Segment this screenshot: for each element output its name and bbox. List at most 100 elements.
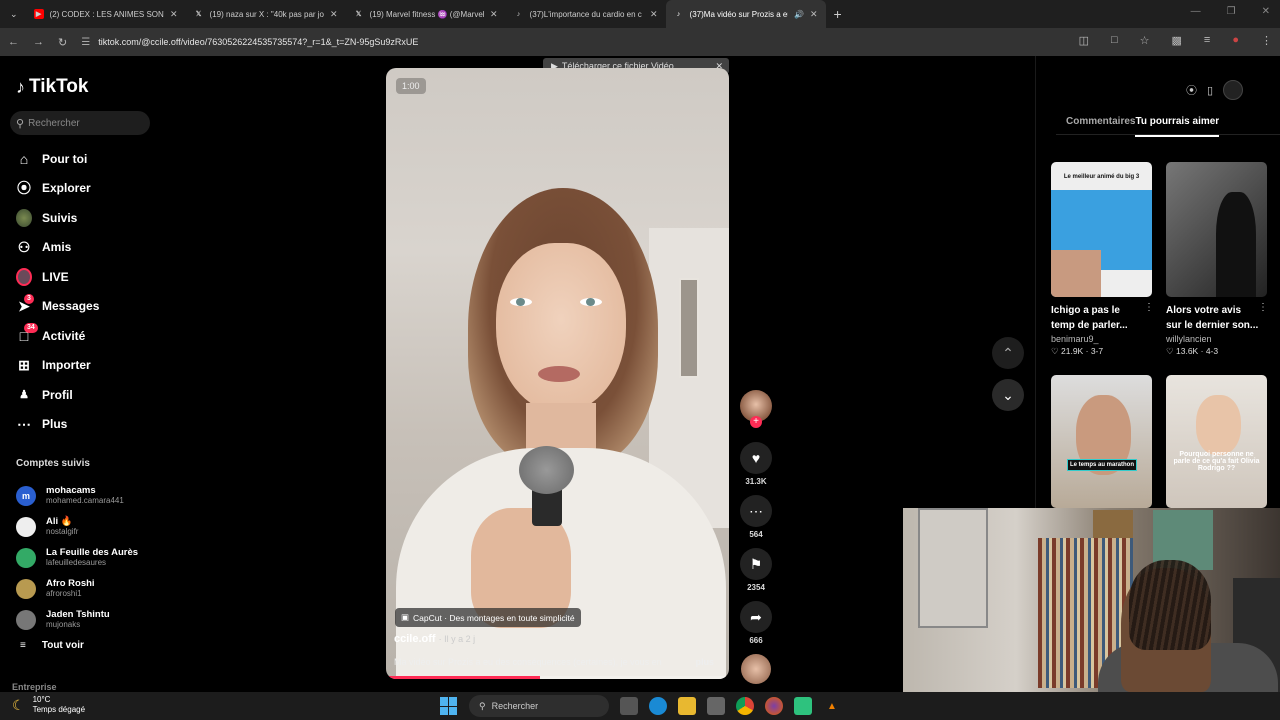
taskbar-apps: ⚲ Rechercher ▲ bbox=[440, 695, 841, 717]
weather-temp: 10°C bbox=[32, 695, 51, 704]
task-view-icon[interactable] bbox=[620, 697, 638, 715]
follow-plus-icon[interactable]: + bbox=[750, 416, 762, 428]
video-thumbnail[interactable]: Le meilleur animé du big 3 bbox=[1051, 162, 1152, 297]
comment-action[interactable]: ⋯ 564 bbox=[740, 495, 772, 542]
discord-icon[interactable] bbox=[794, 697, 812, 715]
firefox-icon[interactable] bbox=[765, 697, 783, 715]
address-bar[interactable]: ☰ tiktok.com/@ccile.off/video/7630526224… bbox=[81, 37, 418, 48]
tab-search-icon[interactable]: ⌄ bbox=[0, 9, 26, 20]
following-item[interactable]: m mohacams mohamed.camara441 bbox=[16, 480, 138, 511]
following-item[interactable]: Afro Roshi afroroshi1 bbox=[16, 573, 138, 604]
speaker-icon[interactable]: 🔊 bbox=[794, 10, 804, 19]
close-icon[interactable]: ✕ bbox=[490, 9, 498, 20]
windows-start-icon[interactable] bbox=[440, 697, 458, 715]
minimize-icon[interactable]: — bbox=[1191, 6, 1201, 17]
browser-tab[interactable]: 𝕏 (19) naza sur X : "40k pas par jo ✕ bbox=[186, 0, 346, 28]
sound-disc[interactable] bbox=[741, 654, 771, 684]
close-window-icon[interactable]: ✕ bbox=[1262, 6, 1270, 17]
nav-item-suivis[interactable]: Suivis bbox=[16, 203, 99, 233]
taskbar-search[interactable]: ⚲ Rechercher bbox=[469, 695, 609, 717]
nav-item-profil[interactable]: ♟ Profil bbox=[16, 380, 99, 410]
next-video-button[interactable]: ⌄ bbox=[992, 379, 1024, 411]
avatar bbox=[16, 609, 36, 630]
vlc-icon[interactable]: ▲ bbox=[823, 697, 841, 715]
compass-icon[interactable]: ⦿ bbox=[1186, 82, 1197, 98]
menu-icon[interactable]: ⋮ bbox=[1261, 34, 1272, 47]
chrome-icon[interactable] bbox=[736, 697, 754, 715]
close-icon[interactable]: ✕ bbox=[330, 9, 338, 20]
card-username[interactable]: benimaru9_ bbox=[1051, 334, 1152, 344]
search-input[interactable]: ⚲ Rechercher bbox=[10, 111, 150, 135]
maximize-icon[interactable]: ❐ bbox=[1227, 6, 1236, 17]
bookmark-icon[interactable]: ⚑ bbox=[740, 548, 772, 580]
video-progress-bar[interactable] bbox=[386, 676, 729, 679]
nav-item-pour-toi[interactable]: ⌂ Pour toi bbox=[16, 144, 99, 174]
site-info-icon[interactable]: ☰ bbox=[81, 37, 90, 48]
nav-item-amis[interactable]: ⚇ Amis bbox=[16, 233, 99, 263]
caption-more-button[interactable]: plus bbox=[695, 657, 714, 667]
heart-icon[interactable]: ♥ bbox=[740, 442, 772, 474]
following-item[interactable]: Ali 🔥 nostalgifr bbox=[16, 511, 138, 542]
see-all-button[interactable]: ≡ Tout voir bbox=[20, 640, 84, 651]
media-icon[interactable]: ≡ bbox=[1204, 34, 1210, 47]
weather-widget[interactable]: ☾ 10°C Temps dégagé bbox=[12, 695, 85, 715]
video-author[interactable]: ccile.off · Il y a 2 j bbox=[394, 633, 475, 645]
back-icon[interactable]: ← bbox=[8, 36, 19, 48]
extensions-icon[interactable]: ▩ bbox=[1172, 34, 1182, 47]
nav-item-importer[interactable]: ⊞ Importer bbox=[16, 351, 99, 381]
comment-icon[interactable]: ⋯ bbox=[740, 495, 772, 527]
author-name[interactable]: ccile.off bbox=[394, 633, 436, 645]
forward-icon[interactable]: → bbox=[33, 36, 44, 48]
save-action[interactable]: ⚑ 2354 bbox=[740, 548, 772, 595]
close-icon[interactable]: ✕ bbox=[650, 9, 658, 20]
following-item[interactable]: La Feuille des Aurès lafeuilledesaures bbox=[16, 542, 138, 573]
creator-avatar[interactable]: + bbox=[740, 390, 772, 428]
file-explorer-icon[interactable] bbox=[678, 697, 696, 715]
recommended-video[interactable]: Alors votre avis sur le dernier son... w… bbox=[1166, 162, 1267, 357]
browser-tab[interactable]: 𝕏 (19) Marvel fitness ♒ (@Marvel ✕ bbox=[346, 0, 506, 28]
tab-title: (37)L'importance du cardio en c bbox=[529, 9, 642, 19]
footer-link[interactable]: Entreprise bbox=[12, 682, 57, 692]
like-action[interactable]: ♥ 31.3K bbox=[740, 442, 772, 489]
reload-icon[interactable]: ↻ bbox=[58, 36, 67, 49]
video-timecode: 1:00 bbox=[396, 78, 426, 94]
nav-item-live[interactable]: LIVE bbox=[16, 262, 99, 292]
recommended-video[interactable]: Le temps au marathon bbox=[1051, 375, 1152, 508]
nav-item-messages[interactable]: ➤ 3 Messages bbox=[16, 292, 99, 322]
translate-icon[interactable]: ◫ bbox=[1079, 34, 1089, 47]
install-icon[interactable]: □ bbox=[1111, 34, 1118, 47]
video-player[interactable]: 1:00 ▣ CapCut · Des montages en toute si… bbox=[386, 68, 729, 679]
recommended-video[interactable]: Le meilleur animé du big 3 Ichigo a pas … bbox=[1051, 162, 1152, 357]
device-icon[interactable]: ▯ bbox=[1207, 84, 1213, 97]
nav-item-plus[interactable]: ⋯ Plus bbox=[16, 410, 99, 440]
video-thumbnail[interactable]: Pourquoi personne ne parle de ce qu'a fa… bbox=[1166, 375, 1267, 508]
recommended-video[interactable]: Pourquoi personne ne parle de ce qu'a fa… bbox=[1166, 375, 1267, 508]
tiktok-logo[interactable]: ♪ TikTok bbox=[16, 76, 88, 98]
store-icon[interactable] bbox=[707, 697, 725, 715]
edge-icon[interactable] bbox=[649, 697, 667, 715]
nav-item-explorer[interactable]: ⦿ Explorer bbox=[16, 174, 99, 204]
video-thumbnail[interactable]: Le temps au marathon bbox=[1051, 375, 1152, 508]
following-name: Afro Roshi bbox=[46, 578, 95, 589]
close-icon[interactable]: ✕ bbox=[170, 9, 178, 20]
share-icon[interactable]: ➦ bbox=[740, 601, 772, 633]
capcut-tag[interactable]: ▣ CapCut · Des montages en toute simplic… bbox=[395, 608, 581, 627]
video-thumbnail[interactable] bbox=[1166, 162, 1267, 297]
browser-tab[interactable]: ▶ (2) CODEX : LES ANIMES SONT ✕ bbox=[26, 0, 186, 28]
close-icon[interactable]: ✕ bbox=[810, 9, 818, 20]
nav-item-activite[interactable]: □ 34 Activité bbox=[16, 321, 99, 351]
browser-tab-active[interactable]: ♪ (37)Ma vidéo sur Prozis a eu 🔊 ✕ bbox=[665, 0, 826, 28]
card-username[interactable]: willylancien bbox=[1166, 334, 1267, 344]
previous-video-button[interactable]: ⌃ bbox=[992, 337, 1024, 369]
card-menu-icon[interactable]: ⋮ bbox=[1258, 302, 1268, 313]
share-action[interactable]: ➦ 666 bbox=[740, 601, 772, 648]
user-avatar[interactable] bbox=[1223, 80, 1244, 100]
bookmark-star-icon[interactable]: ☆ bbox=[1140, 34, 1150, 47]
browser-tab[interactable]: ♪ (37)L'importance du cardio en c ✕ bbox=[506, 0, 666, 28]
weather-text: 10°C Temps dégagé bbox=[33, 695, 85, 715]
new-tab-button[interactable]: + bbox=[834, 6, 842, 22]
profile-avatar-icon[interactable]: ● bbox=[1232, 34, 1239, 47]
url-text[interactable]: tiktok.com/@ccile.off/video/763052622453… bbox=[98, 37, 418, 47]
following-item[interactable]: Jaden Tshintu mujonaks bbox=[16, 604, 138, 635]
card-menu-icon[interactable]: ⋮ bbox=[1144, 302, 1154, 313]
